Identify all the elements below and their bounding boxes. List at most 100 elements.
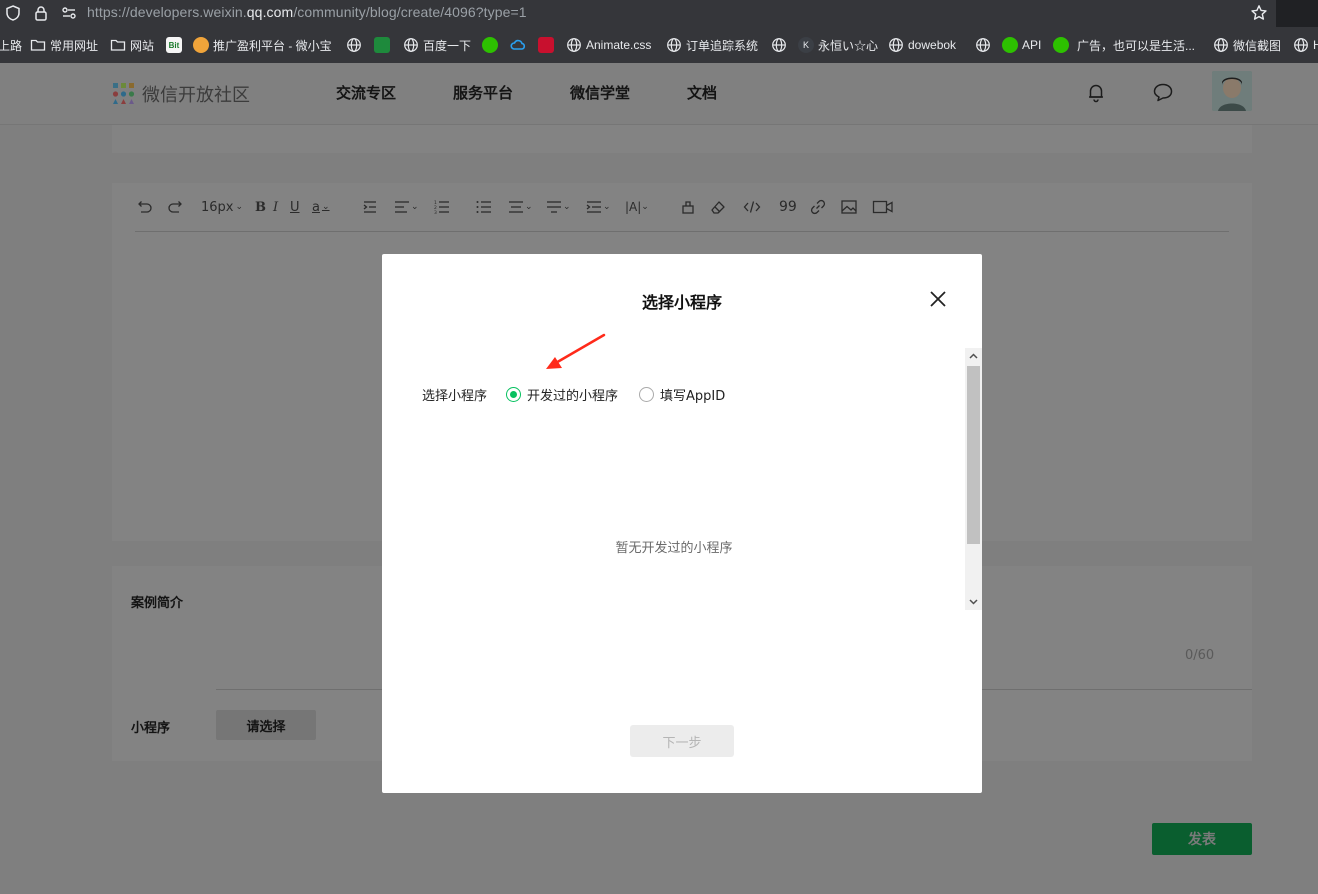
dialog-scrollbar[interactable] bbox=[965, 348, 982, 610]
bookmark-item[interactable]: 订单追踪系统 bbox=[666, 27, 758, 63]
globe-icon bbox=[403, 37, 419, 53]
green-favicon-icon bbox=[374, 37, 390, 53]
ordered-list-icon[interactable]: 123 bbox=[433, 195, 451, 219]
bookmark-item[interactable]: 百度一下 bbox=[403, 27, 471, 63]
site-logo-text: 微信开放社区 bbox=[142, 85, 250, 106]
bit-favicon-icon: Bit bbox=[166, 37, 182, 53]
red-favicon-icon bbox=[538, 37, 554, 53]
globe-icon bbox=[566, 37, 582, 53]
bookmark-star-icon[interactable] bbox=[1250, 4, 1268, 22]
bookmark-item[interactable] bbox=[482, 27, 498, 63]
shield-icon[interactable] bbox=[4, 4, 22, 22]
globe-icon bbox=[771, 37, 787, 53]
radio-developed-miniprograms[interactable]: 开发过的小程序 bbox=[506, 385, 618, 404]
bookmark-item[interactable] bbox=[510, 27, 526, 63]
italic-icon[interactable]: I bbox=[273, 195, 278, 219]
letter-spacing-icon[interactable]: |A| ⌄ bbox=[625, 195, 649, 219]
globe-icon bbox=[975, 37, 991, 53]
radio-enter-appid[interactable]: 填写AppID bbox=[639, 385, 725, 404]
indent-icon[interactable] bbox=[361, 195, 379, 219]
globe-icon bbox=[346, 37, 362, 53]
user-avatar[interactable] bbox=[1212, 71, 1252, 111]
bookmark-label: 推广盈利平台 - 微小宝 bbox=[213, 38, 332, 53]
radio-option-label: 填写AppID bbox=[660, 389, 726, 404]
bookmark-item[interactable]: 广告，也可以是生活... bbox=[1053, 27, 1195, 63]
bookmark-label: 上路 bbox=[0, 38, 23, 53]
svg-text:3: 3 bbox=[434, 210, 437, 216]
chevron-down-icon: ⌄ bbox=[235, 202, 244, 212]
bookmark-item[interactable]: 推广盈利平台 - 微小宝 bbox=[193, 27, 332, 63]
bookmark-item[interactable] bbox=[346, 27, 362, 63]
bookmark-item[interactable] bbox=[374, 27, 390, 63]
format-painter-icon[interactable] bbox=[679, 195, 697, 219]
bookmark-item[interactable]: Bit bbox=[166, 27, 182, 63]
paragraph-spacing-icon[interactable]: ⌄ bbox=[545, 195, 571, 219]
next-step-button[interactable]: 下一步 bbox=[630, 725, 734, 757]
k-favicon-icon: K bbox=[798, 37, 814, 53]
scrollbar-thumb[interactable] bbox=[967, 366, 980, 544]
wechat-favicon-icon bbox=[1002, 37, 1018, 53]
quote-icon[interactable]: 99 bbox=[779, 195, 797, 219]
undo-icon[interactable] bbox=[135, 195, 153, 219]
lock-icon[interactable] bbox=[32, 4, 50, 22]
image-icon[interactable] bbox=[840, 195, 858, 219]
choose-miniprogram-button[interactable]: 请选择 bbox=[216, 710, 316, 740]
bookmark-label: H bbox=[1313, 38, 1318, 52]
bookmark-item[interactable]: H bbox=[1293, 27, 1318, 63]
message-icon[interactable] bbox=[1152, 81, 1174, 103]
emoji-favicon-icon bbox=[193, 37, 209, 53]
bookmark-label: API bbox=[1022, 38, 1042, 52]
bookmark-folder[interactable]: 网站 bbox=[110, 27, 154, 63]
nav-wechat-academy[interactable]: 微信学堂 bbox=[570, 82, 630, 103]
bookmark-folder[interactable]: 常用网址 bbox=[30, 27, 98, 63]
scroll-up-arrow-icon[interactable] bbox=[965, 348, 982, 365]
site-logo[interactable]: 微信开放社区 bbox=[112, 81, 250, 107]
scroll-down-arrow-icon[interactable] bbox=[965, 593, 982, 610]
line-height-icon[interactable]: ⌄ bbox=[507, 195, 533, 219]
url-text[interactable]: https://developers.weixin.qq.com/communi… bbox=[87, 4, 527, 20]
bookmark-label: 广告，也可以是生活... bbox=[1077, 38, 1196, 53]
redo-icon[interactable] bbox=[167, 195, 185, 219]
font-color-icon[interactable]: a ⌄ bbox=[312, 195, 330, 219]
close-icon[interactable] bbox=[927, 288, 949, 310]
nav-docs[interactable]: 文档 bbox=[687, 82, 717, 103]
bookmark-item[interactable] bbox=[975, 27, 991, 63]
underline-icon[interactable]: U bbox=[290, 195, 300, 219]
bookmark-item[interactable]: API bbox=[1002, 27, 1041, 63]
bold-icon[interactable]: B bbox=[255, 195, 266, 219]
bookmark-item[interactable]: K 永恒い☆心 bbox=[798, 27, 878, 63]
radio-group-label: 选择小程序 bbox=[422, 389, 488, 404]
publish-button[interactable]: 发表 bbox=[1152, 823, 1252, 855]
site-settings-icon[interactable] bbox=[60, 4, 78, 22]
bookmark-label: 微信截图 bbox=[1233, 38, 1282, 53]
bookmark-item[interactable] bbox=[538, 27, 554, 63]
url-path: /community/blog/create/4096?type=1 bbox=[293, 4, 527, 20]
text-indent-icon[interactable]: ⌄ bbox=[585, 195, 611, 219]
bookmark-item[interactable] bbox=[771, 27, 787, 63]
dialog-title: 选择小程序 bbox=[641, 293, 722, 312]
bookmark-item[interactable]: 上路 bbox=[0, 27, 22, 63]
title-panel bbox=[112, 125, 1252, 153]
code-icon[interactable] bbox=[743, 195, 761, 219]
eraser-icon[interactable] bbox=[709, 195, 727, 219]
bookmark-item[interactable]: Animate.css bbox=[566, 27, 651, 63]
link-icon[interactable] bbox=[809, 195, 827, 219]
nav-service-platform[interactable]: 服务平台 bbox=[453, 82, 513, 103]
bookmark-item[interactable]: dowebok bbox=[888, 27, 956, 63]
bookmark-item[interactable]: 微信截图 bbox=[1213, 27, 1281, 63]
globe-icon bbox=[888, 37, 904, 53]
bullet-list-icon[interactable] bbox=[475, 195, 493, 219]
empty-state-text: 暂无开发过的小程序 bbox=[615, 541, 733, 556]
font-size-value: 16px bbox=[201, 199, 234, 215]
bookmark-label: dowebok bbox=[908, 38, 957, 52]
annotation-arrow-icon bbox=[546, 333, 606, 369]
font-size-select[interactable]: 16px ⌄ bbox=[201, 195, 243, 219]
nav-community[interactable]: 交流专区 bbox=[336, 82, 396, 103]
align-icon[interactable]: ⌄ bbox=[393, 195, 419, 219]
url-prefix: https://developers.weixin. bbox=[87, 4, 247, 20]
url-domain: qq.com bbox=[246, 4, 294, 20]
bell-icon[interactable] bbox=[1085, 81, 1107, 103]
video-icon[interactable] bbox=[872, 195, 894, 219]
cloud-favicon-icon bbox=[510, 37, 526, 53]
browser-address-bar: https://developers.weixin.qq.com/communi… bbox=[0, 0, 1318, 27]
